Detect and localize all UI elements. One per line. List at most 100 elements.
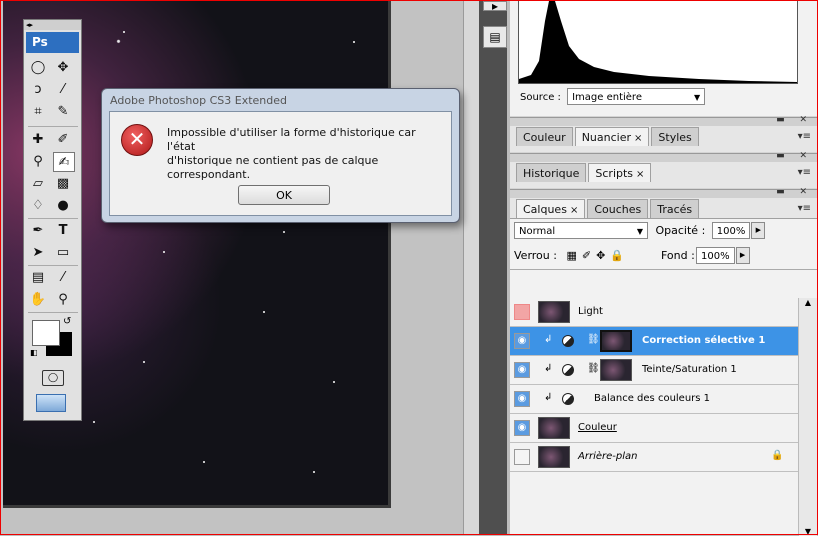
ok-button[interactable]: OK: [238, 185, 330, 205]
panel-menu-icon[interactable]: ▾≡: [798, 167, 811, 178]
dock-navigator-button[interactable]: ▤: [483, 26, 507, 48]
path-selection-tool-icon[interactable]: ➤: [27, 243, 49, 263]
panel-header: ▬ ✕: [510, 187, 817, 198]
layer-row-teinte-saturation[interactable]: ◉ ↲ ⛓ Teinte/Saturation 1: [510, 356, 798, 385]
history-panel-group: ▬ ✕ Historique Scripts × ▾≡: [510, 151, 817, 188]
workspace-divider: [463, 1, 480, 534]
marquee-tool-icon[interactable]: ◯: [27, 58, 49, 78]
toolbox[interactable]: ◂▸ Ps ◯ ✥ ↄ ⁄ ⌗ ✎ ✚ ✐ ⚲ ✍ ▱ ▩ ♢ ● ✒ T ➤ …: [23, 19, 82, 421]
eyedropper-tool-icon[interactable]: ✎: [52, 102, 74, 122]
dodge-tool-icon[interactable]: ●: [52, 196, 74, 216]
eye-icon[interactable]: ◉: [514, 362, 530, 378]
color-sampler-tool-icon[interactable]: ⁄: [52, 268, 74, 288]
panel-controls-icon[interactable]: ▬ ✕: [776, 115, 813, 125]
type-tool-icon[interactable]: T: [52, 221, 74, 241]
opacity-arrow-icon[interactable]: ▶: [751, 222, 766, 239]
tab-couleur[interactable]: Couleur: [516, 127, 573, 146]
foreground-color-swatch[interactable]: [32, 320, 60, 346]
layer-row-couleur[interactable]: ◉ Couleur: [510, 414, 798, 443]
error-dialog: Adobe Photoshop CS3 Extended ✕ Impossibl…: [101, 88, 460, 223]
panel-controls-icon[interactable]: ▬ ✕: [776, 187, 813, 197]
message-line: Impossible d'utiliser la forme d'histori…: [167, 126, 416, 153]
close-icon[interactable]: ×: [634, 133, 642, 144]
opacity-input[interactable]: 100%: [711, 222, 751, 239]
adjustment-icon: [562, 393, 574, 405]
panel-menu-icon[interactable]: ▾≡: [798, 203, 811, 214]
close-icon[interactable]: ×: [570, 205, 578, 216]
clip-arrow-icon: ↲: [544, 392, 553, 403]
panels-area: Source : Image entière ▼ ▬ ✕ Couleur Nua…: [510, 1, 817, 536]
move-tool-icon[interactable]: ✥: [52, 58, 74, 78]
layer-row-correction-selective[interactable]: ◉ ↲ ⛓ Correction sélective 1: [510, 327, 798, 356]
fill-input[interactable]: 100%: [696, 247, 735, 264]
screen-mode-icon[interactable]: [36, 394, 66, 412]
tab-historique[interactable]: Historique: [516, 163, 587, 182]
toolbox-divider: [28, 126, 78, 127]
layer-mask-thumbnail: [600, 359, 632, 381]
gradient-tool-icon[interactable]: ▩: [52, 174, 74, 194]
toolbox-divider: [28, 312, 78, 313]
layer-row-arriere-plan[interactable]: Arrière-plan 🔒: [510, 443, 798, 472]
tab-label: Couches: [594, 203, 642, 216]
layer-row-light[interactable]: Light: [510, 298, 798, 327]
blur-tool-icon[interactable]: ♢: [27, 196, 49, 216]
crop-tool-icon[interactable]: ⌗: [27, 102, 49, 122]
link-icon: ⛓: [587, 334, 600, 345]
layer-row-balance-couleurs[interactable]: ◉ ↲ Balance des couleurs 1: [510, 385, 798, 414]
panel-controls-icon[interactable]: ▬ ✕: [776, 151, 813, 161]
photoshop-logo[interactable]: Ps: [26, 32, 79, 53]
tab-calques[interactable]: Calques ×: [516, 199, 586, 218]
visibility-toggle[interactable]: [514, 304, 530, 320]
tab-traces[interactable]: Tracés: [650, 199, 700, 218]
swap-colors-icon[interactable]: ↺: [63, 316, 71, 327]
toolbox-header[interactable]: ◂▸: [24, 20, 81, 30]
lock-row: Verrou : ▦✐✥🔒 Fond : 100% ▶: [514, 247, 804, 264]
scroll-up-icon[interactable]: ▲: [799, 298, 817, 307]
tab-scripts[interactable]: Scripts ×: [588, 163, 652, 182]
blend-mode-select[interactable]: Normal ▼: [514, 222, 648, 239]
quick-mask-icon[interactable]: ◯: [42, 370, 64, 386]
history-brush-tool-icon[interactable]: ✍: [53, 152, 75, 172]
lock-icon: 🔒: [771, 450, 784, 461]
histogram-panel: Source : Image entière ▼: [510, 1, 817, 116]
default-colors-icon[interactable]: ◧: [30, 348, 38, 357]
document-icon: ▤: [489, 30, 501, 44]
adjustment-icon: [562, 335, 574, 347]
tab-label: Scripts: [595, 167, 634, 180]
lasso-tool-icon[interactable]: ↄ: [27, 80, 49, 100]
histogram-curve: [519, 1, 797, 83]
canvas-shadow: [3, 505, 391, 508]
layers-scrollbar[interactable]: ▲ ▼: [798, 298, 817, 536]
shape-tool-icon[interactable]: ▭: [52, 243, 74, 263]
tab-nuancier[interactable]: Nuancier ×: [574, 127, 650, 146]
lock-icons[interactable]: ▦✐✥🔒: [566, 249, 629, 262]
histogram-graph: [518, 1, 798, 84]
tab-couches[interactable]: Couches: [587, 199, 649, 218]
notes-tool-icon[interactable]: ▤: [27, 268, 49, 288]
toolbox-divider: [28, 218, 78, 219]
healing-brush-tool-icon[interactable]: ✚: [27, 130, 49, 150]
swatches-panel-group: ▬ ✕ Couleur Nuancier × Styles ▾≡: [510, 115, 817, 152]
close-icon[interactable]: ×: [636, 169, 644, 180]
hand-tool-icon[interactable]: ✋: [27, 290, 49, 310]
chevron-down-icon: ▼: [693, 93, 701, 102]
dock-collapse-button[interactable]: ▸: [483, 0, 507, 12]
opacity-label: Opacité :: [655, 224, 706, 237]
tab-styles[interactable]: Styles: [651, 127, 699, 146]
magic-wand-tool-icon[interactable]: ⁄: [52, 80, 74, 100]
pen-tool-icon[interactable]: ✒: [27, 221, 49, 241]
eye-icon[interactable]: ◉: [514, 420, 530, 436]
source-select[interactable]: Image entière ▼: [567, 88, 706, 105]
swatches-tabs: Couleur Nuancier × Styles ▾≡: [510, 126, 817, 146]
brush-tool-icon[interactable]: ✐: [52, 130, 74, 150]
eye-icon[interactable]: ◉: [514, 333, 530, 349]
visibility-toggle[interactable]: [514, 449, 530, 465]
eraser-tool-icon[interactable]: ▱: [27, 174, 49, 194]
zoom-tool-icon[interactable]: ⚲: [52, 290, 74, 310]
dialog-message: Impossible d'utiliser la forme d'histori…: [167, 126, 447, 182]
fill-label: Fond :: [661, 249, 695, 262]
eye-icon[interactable]: ◉: [514, 391, 530, 407]
fill-arrow-icon[interactable]: ▶: [735, 247, 750, 264]
panel-menu-icon[interactable]: ▾≡: [798, 131, 811, 142]
clone-stamp-tool-icon[interactable]: ⚲: [27, 152, 49, 172]
